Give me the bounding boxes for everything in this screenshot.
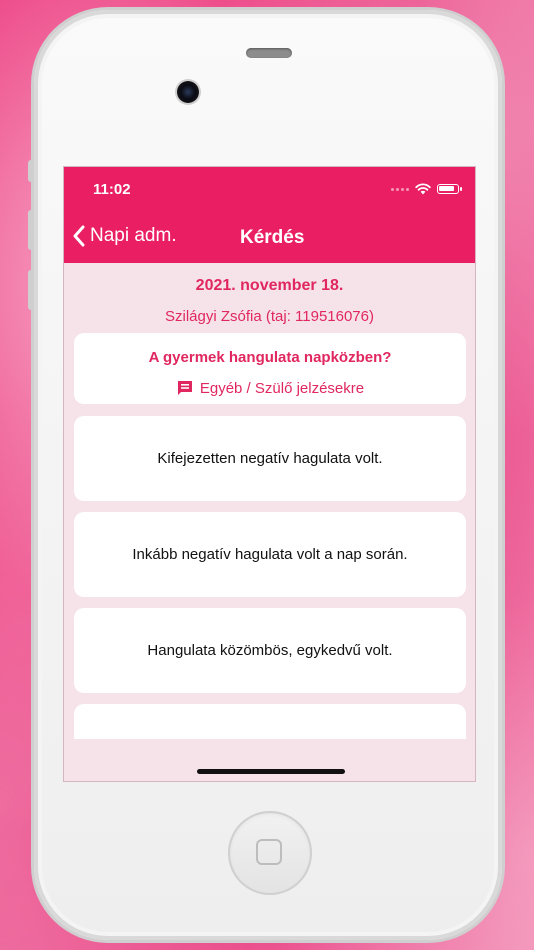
home-button[interactable] [228,811,312,895]
question-text: A gyermek hangulata napközben? [148,349,392,366]
wifi-icon [415,183,431,195]
front-camera [177,81,199,103]
battery-icon [437,184,462,194]
chevron-left-icon [73,225,85,247]
status-time: 11:02 [93,181,131,198]
answer-option-3[interactable]: Hangulata közömbös, egykedvű volt. [74,608,466,693]
back-button[interactable]: Napi adm. [72,225,177,247]
back-button-label: Napi adm. [90,225,177,246]
home-square-icon [256,839,282,865]
status-icons [391,183,462,195]
answer-option-label: Kifejezetten negatív hagulata volt. [157,450,383,467]
nav-header: 11:02 Napi adm. Kérdés [64,167,475,263]
signal-dots-icon [391,187,409,191]
answer-option-1[interactable]: Kifejezetten negatív hagulata volt. [74,416,466,501]
bottom-safe-area [64,739,475,781]
volume-up-button [28,210,34,250]
answer-option-2[interactable]: Inkább negatív hagulata volt a nap során… [74,512,466,597]
extra-notes-link[interactable]: Egyéb / Szülő jelzésekre [74,379,466,397]
date-label: 2021. november 18. [195,277,344,294]
speaker-grille [246,48,292,58]
comment-icon [177,381,192,395]
answer-option-label: Hangulata közömbös, egykedvű volt. [147,642,393,659]
answer-option-label: Inkább negatív hagulata volt a nap során… [132,546,408,563]
app-screen: 11:02 Napi adm. Kérdés 2021. november 18… [63,166,476,782]
extra-notes-label: Egyéb / Szülő jelzésekre [199,379,365,397]
patient-label: Szilágyi Zsófia (taj: 119516076) [164,308,374,325]
question-card: A gyermek hangulata napközben? Egyéb / S… [74,333,466,404]
mute-switch [28,160,34,182]
page-title: Kérdés [240,227,305,248]
home-indicator[interactable] [197,769,345,774]
volume-down-button [28,270,34,310]
